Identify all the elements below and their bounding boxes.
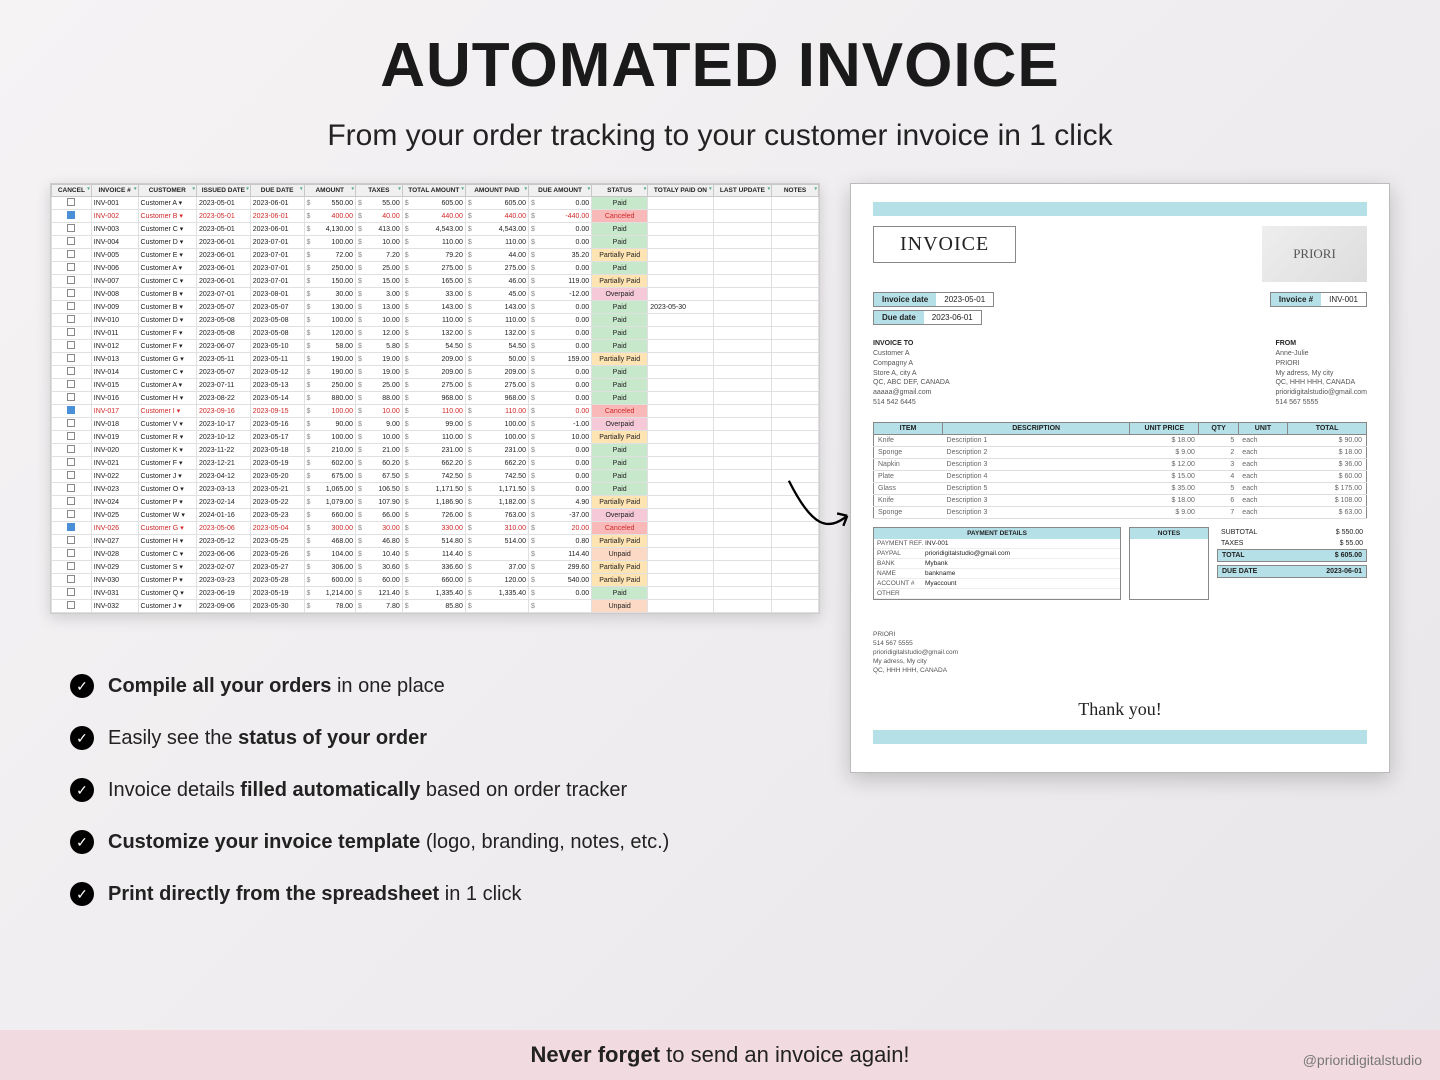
invoice-from-block: FROMAnne-JuliePRIORIMy adress, My cityQC… xyxy=(1275,340,1367,408)
arrow-icon xyxy=(780,473,860,543)
footer-banner: Never forget to send an invoice again! xyxy=(0,1030,1440,1080)
invoice-accent-bar-bottom xyxy=(873,730,1367,744)
payment-details: PAYMENT DETAILS PAYMENT REF.INV-001PAYPA… xyxy=(873,527,1121,600)
check-icon: ✓ xyxy=(70,882,94,906)
feature-bullet: ✓Print directly from the spreadsheet in … xyxy=(70,882,820,906)
feature-bullet: ✓Compile all your orders in one place xyxy=(70,674,820,698)
invoice-notes: NOTES xyxy=(1129,527,1209,600)
invoice-preview: INVOICE PRIORI Invoice date2023-05-01 Du… xyxy=(850,183,1390,773)
feature-bullet: ✓ Invoice details filled automatically b… xyxy=(70,778,820,802)
invoice-footer-contact: PRIORI514 567 5555prioridigitalstudio@gm… xyxy=(873,630,1367,675)
invoice-number-field: Invoice #INV-001 xyxy=(1270,292,1367,307)
invoice-line-items: ITEMDESCRIPTIONUNIT PRICEQTYUNITTOTALKni… xyxy=(873,422,1367,519)
due-date-field: Due date2023-06-01 xyxy=(873,310,982,325)
invoice-thank-you: Thank you! xyxy=(873,699,1367,720)
order-tracker-spreadsheet: CANCEL▾INVOICE #▾CUSTOMER▾ISSUED DATE▾DU… xyxy=(50,183,820,614)
credit-handle: @prioridigitalstudio xyxy=(1303,1052,1422,1068)
logo-placeholder: PRIORI xyxy=(1262,226,1367,282)
check-icon: ✓ xyxy=(70,726,94,750)
invoice-to-block: INVOICE TOCustomer ACompagny AStore A, c… xyxy=(873,340,950,408)
page-title: AUTOMATED INVOICE xyxy=(0,0,1440,101)
check-icon: ✓ xyxy=(70,778,94,802)
check-icon: ✓ xyxy=(70,830,94,854)
page-subtitle: From your order tracking to your custome… xyxy=(0,119,1440,153)
feature-bullet: ✓Customize your invoice template (logo, … xyxy=(70,830,820,854)
invoice-date-field: Invoice date2023-05-01 xyxy=(873,292,994,307)
feature-bullets: ✓Compile all your orders in one place ✓ E… xyxy=(50,674,820,906)
feature-bullet: ✓ Easily see the status of your order xyxy=(70,726,820,750)
check-icon: ✓ xyxy=(70,674,94,698)
invoice-title: INVOICE xyxy=(873,226,1016,263)
invoice-accent-bar xyxy=(873,202,1367,216)
invoice-totals: SUBTOTAL$ 550.00 TAXES$ 55.00 TOTAL$ 605… xyxy=(1217,527,1367,600)
